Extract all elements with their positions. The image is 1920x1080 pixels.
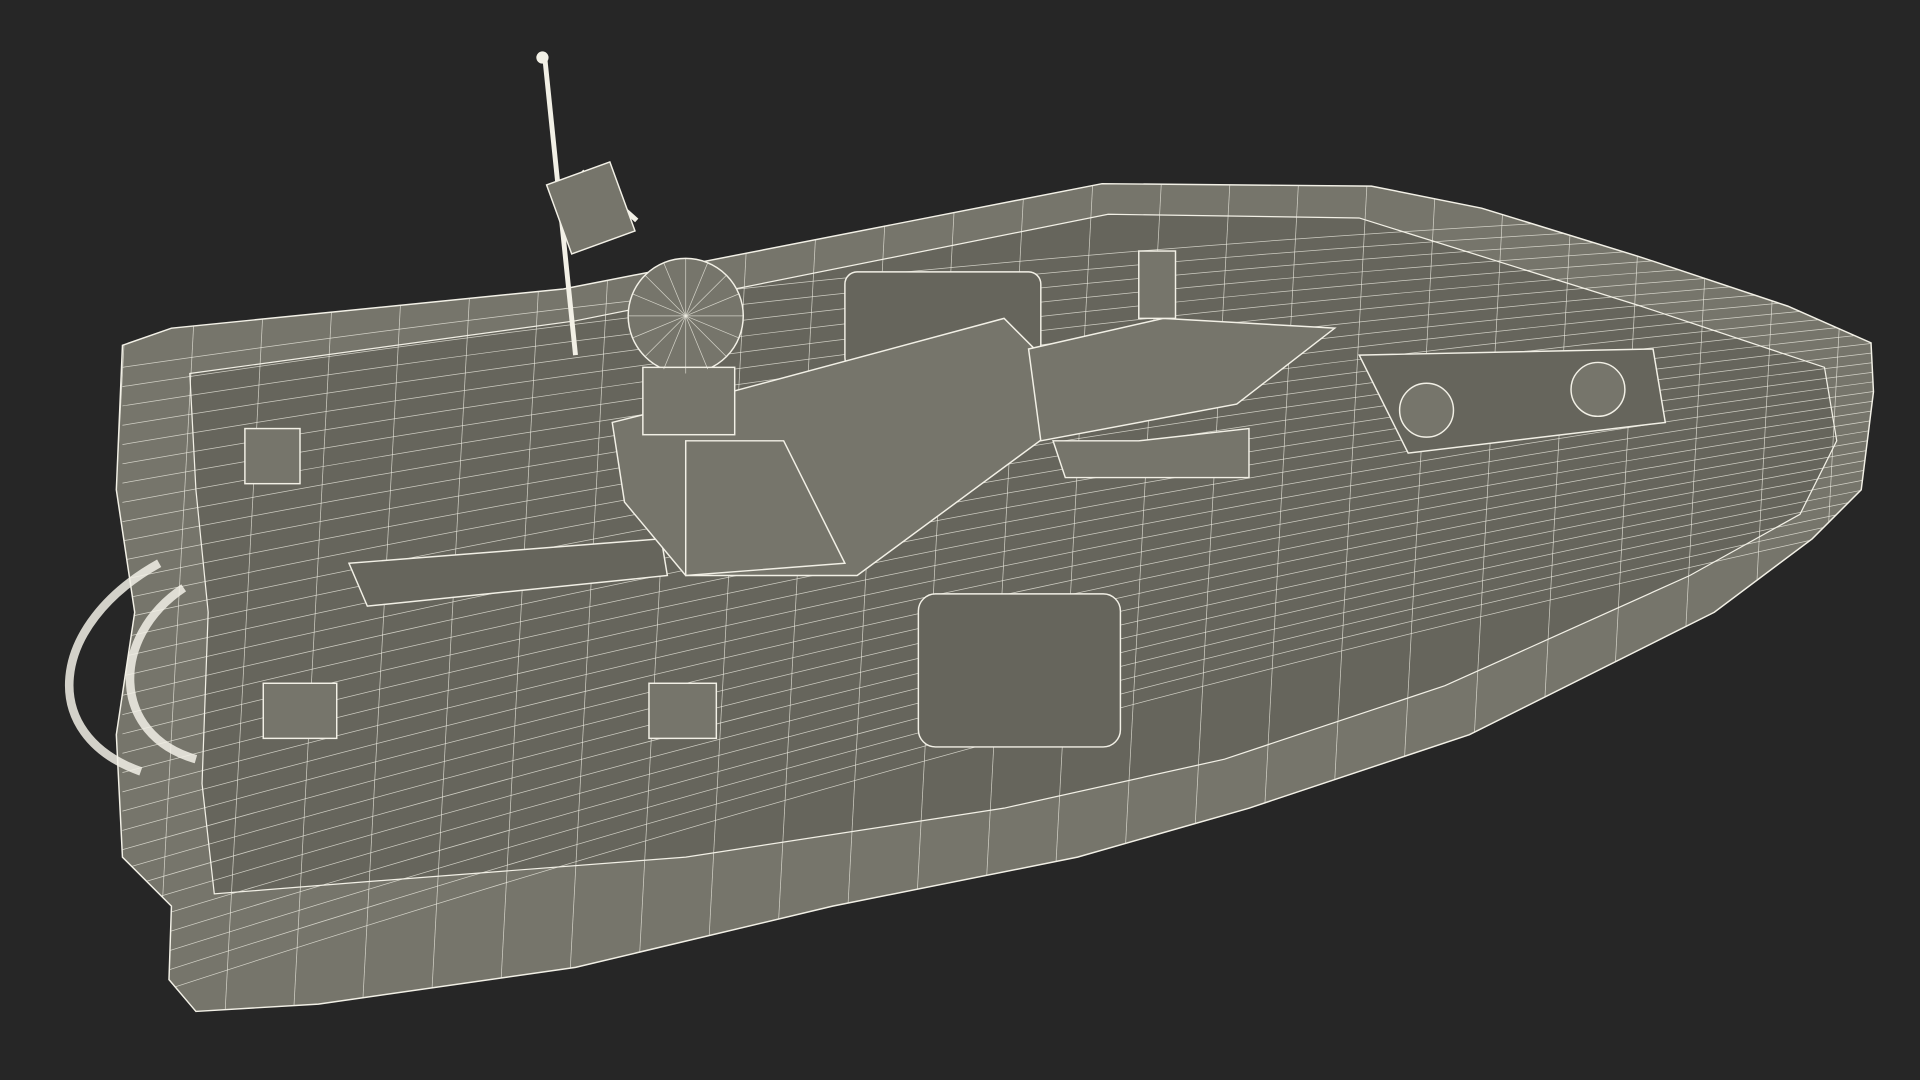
seat-box-3: [648, 682, 718, 740]
seat-box-2: [262, 682, 338, 740]
radome-base: [642, 366, 736, 436]
seat-box-1: [244, 427, 301, 485]
bow-dome-1: [1398, 382, 1455, 438]
bow-dome-2: [1570, 361, 1626, 418]
seat-box-4: [1138, 250, 1177, 320]
aft-hatch: [917, 593, 1122, 748]
boat-wireframe: [64, 51, 1875, 1013]
render-viewport: [0, 0, 1920, 1080]
